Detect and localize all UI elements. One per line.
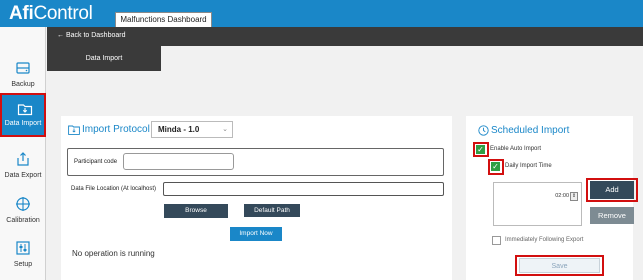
import-protocol-title: Import Protocol [82, 124, 150, 135]
sidebar-item-setup[interactable]: Setup [0, 234, 46, 278]
enable-auto-import-label: Enable Auto Import [490, 146, 542, 152]
remove-button[interactable]: Remove [590, 207, 634, 224]
enable-auto-import-checkbox[interactable]: ✓ [476, 145, 485, 154]
tab-data-import[interactable]: Data Import [47, 46, 161, 71]
save-button[interactable]: Save [519, 258, 600, 273]
time-value: 02:00 [555, 193, 569, 199]
import-folder-icon [68, 125, 80, 135]
import-folder-icon [17, 104, 33, 116]
top-bar: AfiControl Malfunctions Dashboard [0, 0, 643, 27]
crosshair-icon [16, 197, 30, 211]
scheduled-import-title: Scheduled Import [491, 125, 570, 136]
participant-code-label: Participant code [74, 159, 118, 165]
back-to-dashboard-link[interactable]: ← Back to Dashboard [57, 32, 125, 39]
file-location-label: Data File Location (At localhost) [71, 186, 157, 192]
nav-bar: ← Back to Dashboard [47, 27, 643, 46]
participant-box: Participant code [67, 148, 444, 176]
chevron-down-icon: ⌄ [222, 126, 228, 133]
time-list[interactable]: 02:00 ⇕ [493, 182, 582, 226]
daily-import-time-label: Daily Import Time [505, 163, 552, 169]
malfunctions-dashboard-tab[interactable]: Malfunctions Dashboard [115, 12, 212, 27]
setup-icon [16, 241, 30, 255]
sidebar: Backup Data Import Data Export Calibrati… [0, 27, 46, 280]
sidebar-item-label: Data Import [4, 120, 42, 127]
sidebar-item-calibration[interactable]: Calibration [0, 190, 46, 234]
clock-icon [478, 125, 489, 136]
import-now-button[interactable]: Import Now [230, 227, 282, 241]
backup-icon [16, 62, 30, 74]
default-path-button[interactable]: Default Path [244, 204, 300, 217]
sidebar-item-backup[interactable]: Backup [0, 54, 46, 98]
sidebar-item-label: Calibration [6, 217, 40, 224]
sidebar-item-label: Data Export [4, 172, 42, 179]
time-spinner-icon[interactable]: ⇕ [570, 192, 578, 201]
protocol-select[interactable]: Minda - 1.0 ⌄ [151, 121, 233, 138]
app-logo: AfiControl [9, 3, 93, 24]
export-icon [17, 152, 29, 166]
following-export-label: Immediately Following Export [505, 237, 584, 243]
file-location-input[interactable] [163, 182, 444, 196]
browse-button[interactable]: Browse [164, 204, 228, 218]
sidebar-item-data-import[interactable]: Data Import [0, 93, 46, 137]
add-button[interactable]: Add [590, 181, 634, 199]
sidebar-item-label: Setup [13, 261, 33, 268]
status-text: No operation is running [72, 249, 155, 258]
participant-code-input[interactable] [123, 153, 234, 170]
following-export-checkbox[interactable] [492, 236, 501, 245]
sidebar-item-label: Backup [11, 81, 35, 88]
sidebar-item-data-export[interactable]: Data Export [0, 145, 46, 189]
daily-import-time-checkbox[interactable]: ✓ [491, 162, 500, 171]
protocol-select-value: Minda - 1.0 [158, 125, 200, 134]
